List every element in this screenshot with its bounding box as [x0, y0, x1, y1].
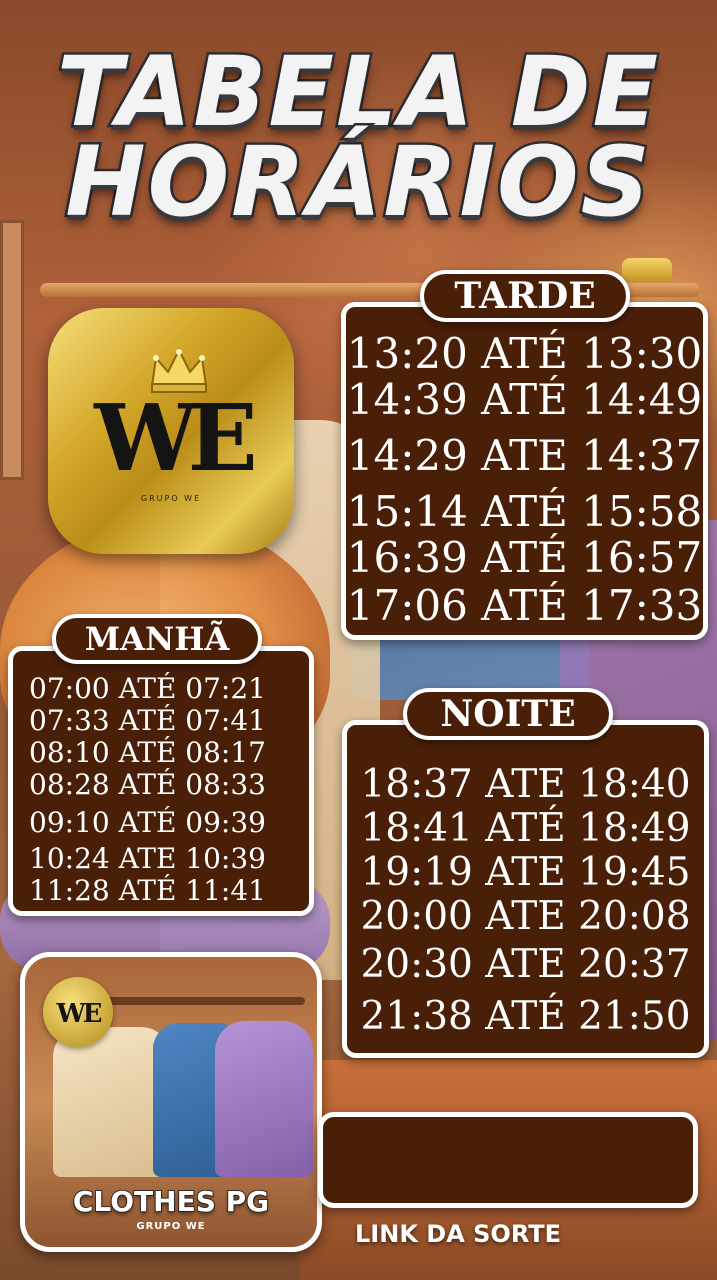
manha-row: 10:24 ATE 10:39: [29, 842, 266, 875]
manha-row: 11:28 ATÉ 11:41: [29, 874, 266, 907]
clothes-rack: [105, 997, 305, 1005]
link-da-sorte-box[interactable]: [318, 1112, 698, 1208]
card-brand-name: CLOTHES PG: [72, 1184, 270, 1219]
manha-row: 09:10 ATÉ 09:39: [29, 806, 266, 839]
manha-row: 08:10 ATÉ 08:17: [29, 736, 266, 769]
manha-label: MANHÃ: [52, 614, 262, 664]
noite-row: 20:00 ATE 20:08: [360, 894, 691, 939]
tarde-row: 15:14 ATÉ 15:58: [346, 487, 703, 536]
tarde-row: 13:20 ATÉ 13:30: [346, 329, 703, 378]
noite-row: 18:37 ATE 18:40: [360, 762, 691, 807]
card-logo: WE: [43, 977, 113, 1047]
noite-row: 21:38 ATÉ 21:50: [360, 994, 691, 1039]
tarde-label: TARDE: [420, 270, 630, 322]
manha-row: 08:28 ATÉ 08:33: [29, 768, 266, 801]
manha-row: 07:33 ATÉ 07:41: [29, 704, 266, 737]
tarde-row: 14:29 ATE 14:37: [346, 431, 703, 480]
tarde-row: 16:39 ATÉ 16:57: [346, 533, 703, 582]
tarde-schedule-panel: 13:20 ATÉ 13:30 14:39 ATÉ 14:49 14:29 AT…: [341, 302, 708, 640]
card-brand-subtitle: GRUPO WE: [136, 1221, 206, 1232]
logo-monogram: WE: [94, 384, 257, 492]
background-gold-ingot: [622, 258, 672, 282]
noite-row: 20:30 ATE 20:37: [360, 942, 691, 987]
tarde-row: 17:06 ATÉ 17:33: [346, 581, 703, 630]
clothes-pg-card[interactable]: WE CLOTHES PG GRUPO WE: [20, 952, 322, 1252]
page-title-line-2: HORÁRIOS: [63, 126, 653, 238]
manha-row: 07:00 ATÉ 07:21: [29, 672, 266, 705]
noite-row: 19:19 ATE 19:45: [360, 850, 691, 895]
manha-schedule-panel: 07:00 ATÉ 07:21 07:33 ATÉ 07:41 08:10 AT…: [8, 646, 314, 916]
background-wall-frame: [0, 220, 24, 480]
link-da-sorte-label[interactable]: LINK DA SORTE: [318, 1220, 598, 1248]
logo-subtitle: GRUPO WE: [140, 494, 202, 503]
noite-schedule-panel: 18:37 ATE 18:40 18:41 ATÉ 18:49 19:19 AT…: [342, 720, 709, 1058]
noite-label: NOITE: [403, 688, 613, 740]
brand-logo: WE GRUPO WE: [48, 308, 294, 554]
tarde-row: 14:39 ATÉ 14:49: [346, 375, 703, 424]
noite-row: 18:41 ATÉ 18:49: [360, 806, 691, 851]
hoodie-image: [215, 1021, 313, 1177]
